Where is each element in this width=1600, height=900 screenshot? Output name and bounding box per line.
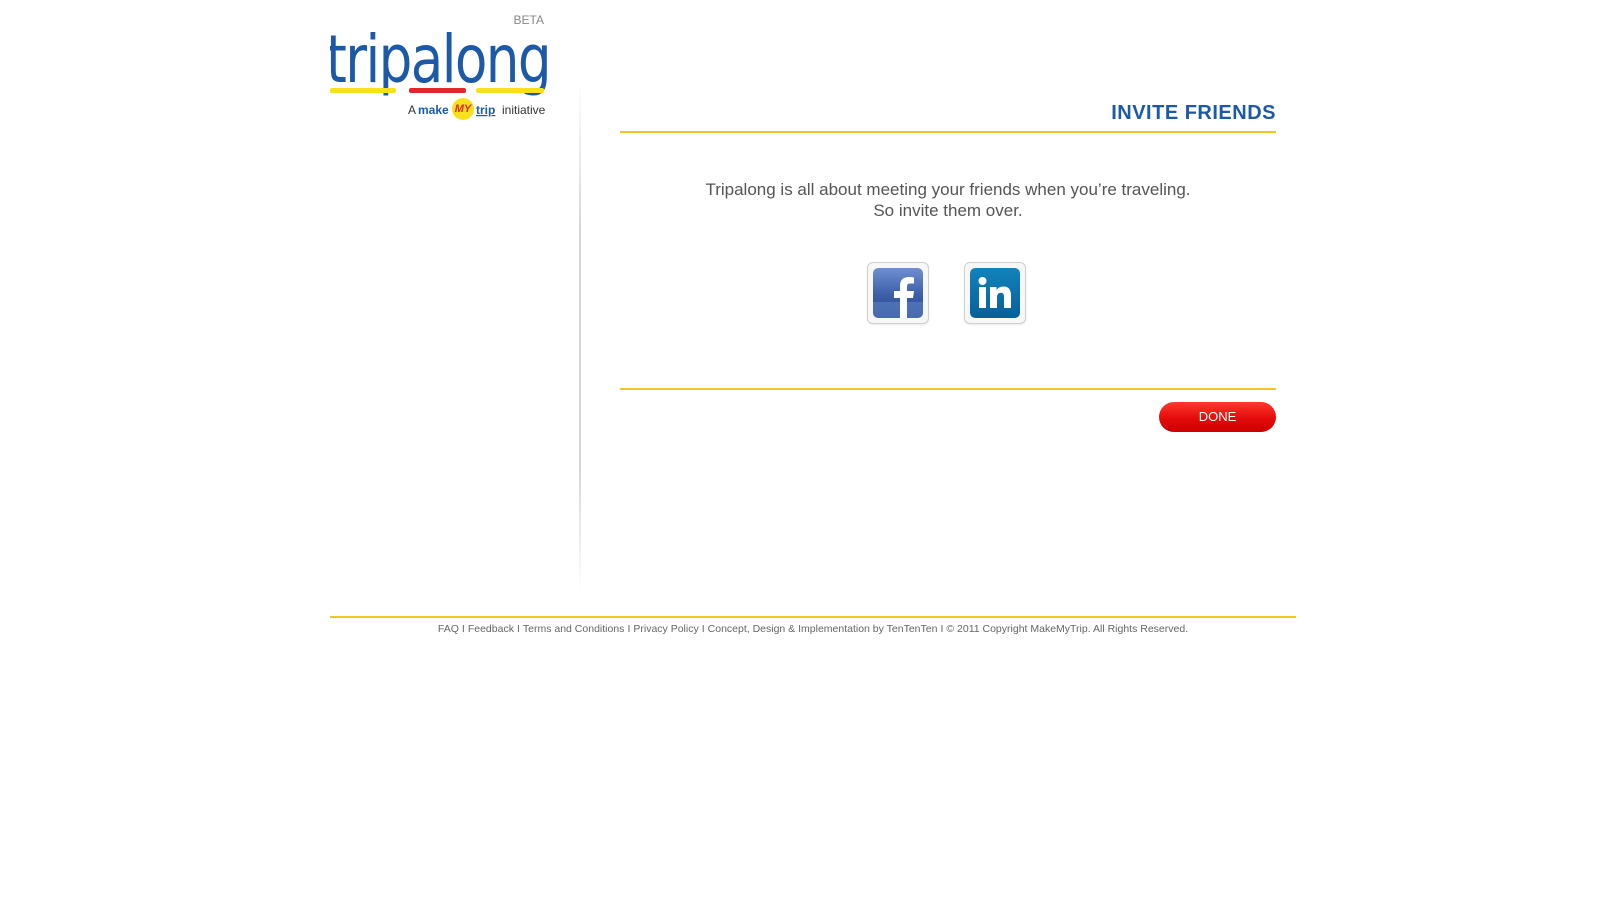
tripalong-logo[interactable]: BETA tripalong A make MY trip initiative xyxy=(330,8,560,128)
intro-text: Tripalong is all about meeting your frie… xyxy=(620,179,1276,221)
svg-text:A: A xyxy=(408,103,416,117)
linkedin-invite-button[interactable] xyxy=(964,262,1026,324)
footer-separator: I xyxy=(940,623,944,635)
page-title: INVITE FRIENDS xyxy=(1111,102,1276,124)
underline-red xyxy=(409,88,466,93)
footer-separator: I xyxy=(461,623,465,635)
svg-text:trip: trip xyxy=(476,103,495,117)
underline-yellow-left xyxy=(330,88,396,93)
footer-credit-prefix: Concept, Design & Implementation by xyxy=(707,623,884,635)
makemytrip-tagline: A make MY trip initiative xyxy=(408,98,546,120)
footer: FAQ I Feedback I Terms and Conditions I Privac… xyxy=(330,622,1296,636)
title-divider xyxy=(620,131,1276,133)
svg-text:make: make xyxy=(418,103,449,117)
tripalong-logo-graphic: BETA tripalong A make MY trip initiative xyxy=(330,13,552,120)
bottom-divider xyxy=(620,388,1276,390)
page: BETA tripalong A make MY trip initiative… xyxy=(0,0,1600,900)
svg-text:initiative: initiative xyxy=(502,103,546,117)
footer-divider xyxy=(330,616,1296,618)
facebook-invite-button[interactable] xyxy=(867,262,929,324)
footer-separator: I xyxy=(516,623,520,635)
social-buttons xyxy=(620,262,1276,326)
linkedin-icon xyxy=(970,268,1020,318)
footer-link-terms[interactable]: Terms and Conditions xyxy=(523,623,625,635)
wordmark: tripalong xyxy=(330,21,550,98)
footer-copyright: © 2011 Copyright MakeMyTrip. All Rights … xyxy=(946,623,1189,635)
svg-text:MY: MY xyxy=(455,103,473,115)
intro-line-2: So invite them over. xyxy=(873,201,1023,220)
footer-link-faq[interactable]: FAQ xyxy=(438,623,459,635)
column-divider xyxy=(579,82,581,592)
underline-yellow-right xyxy=(476,88,544,93)
invite-friends-panel: INVITE FRIENDS Tripalong is all about me… xyxy=(620,95,1276,434)
footer-link-privacy[interactable]: Privacy Policy xyxy=(633,623,698,635)
footer-separator: I xyxy=(701,623,705,635)
footer-separator: I xyxy=(627,623,631,635)
footer-link-feedback[interactable]: Feedback xyxy=(468,623,514,635)
done-button[interactable]: DONE xyxy=(1159,402,1276,432)
footer-link-tententen[interactable]: TenTenTen xyxy=(887,623,938,635)
facebook-icon xyxy=(873,268,923,318)
action-bar: DONE xyxy=(620,402,1276,434)
intro-line-1: Tripalong is all about meeting your frie… xyxy=(705,180,1191,199)
